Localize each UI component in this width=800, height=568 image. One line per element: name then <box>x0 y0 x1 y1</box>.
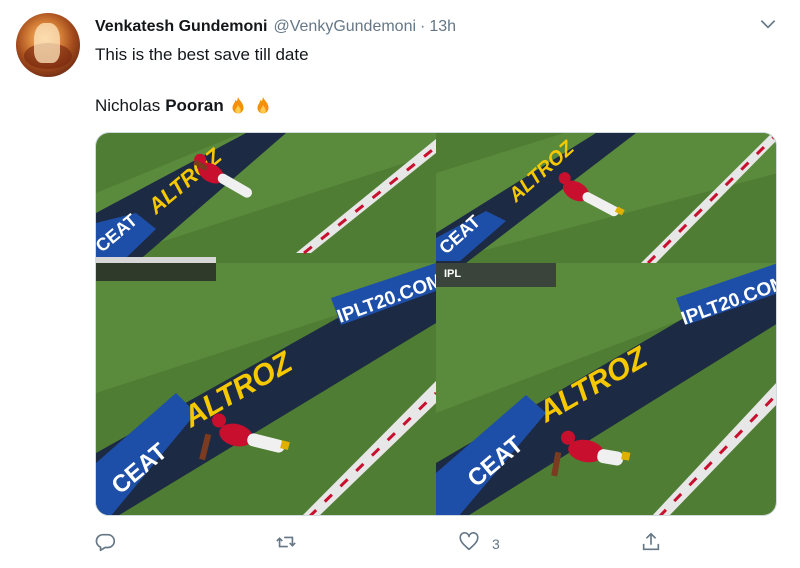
heart-icon <box>458 531 480 558</box>
media-image-4[interactable]: IPL CEAT ALTROZ IPLT20.COM <box>436 263 776 515</box>
fire-emoji-icon <box>252 95 274 117</box>
like-button[interactable]: 3 <box>458 528 500 560</box>
display-name[interactable]: Venkatesh Gundemoni <box>95 18 267 36</box>
share-button[interactable] <box>640 528 662 560</box>
chevron-down-icon[interactable] <box>758 14 778 34</box>
media-image-3[interactable]: CEAT ALTROZ IPLT20.COM <box>96 263 436 515</box>
tweet-text-line2: Nicholas Pooran <box>95 95 274 117</box>
retweet-icon <box>275 531 297 558</box>
like-count: 3 <box>492 536 500 552</box>
share-icon <box>640 531 662 558</box>
tweet-header: Venkatesh Gundemoni @VenkyGundemoni · 13… <box>95 16 456 38</box>
avatar[interactable] <box>16 13 80 77</box>
reply-button[interactable] <box>95 528 117 560</box>
tweet-text-name-last: Pooran <box>165 96 224 115</box>
action-bar: 3 <box>95 528 715 560</box>
tweet-text-name-first: Nicholas <box>95 96 161 115</box>
media-grid: CEAT ALTROZ CEAT ALTROZ CEAT ALTROZ IPLT… <box>95 132 777 516</box>
media-image-1[interactable]: CEAT ALTROZ <box>96 133 436 263</box>
fire-emoji-icon <box>227 95 249 117</box>
board-text-logo: IPL <box>444 268 461 280</box>
media-image-2[interactable]: CEAT ALTROZ <box>436 133 776 263</box>
user-handle[interactable]: @VenkyGundemoni <box>273 18 416 36</box>
tweet-card[interactable]: Venkatesh Gundemoni @VenkyGundemoni · 13… <box>0 0 800 568</box>
reply-icon <box>95 531 117 558</box>
timestamp[interactable]: 13h <box>429 18 456 36</box>
separator-dot: · <box>420 18 426 35</box>
retweet-button[interactable] <box>275 528 297 560</box>
tweet-text-line1: This is the best save till date <box>95 45 309 64</box>
avatar-figure <box>34 23 60 63</box>
